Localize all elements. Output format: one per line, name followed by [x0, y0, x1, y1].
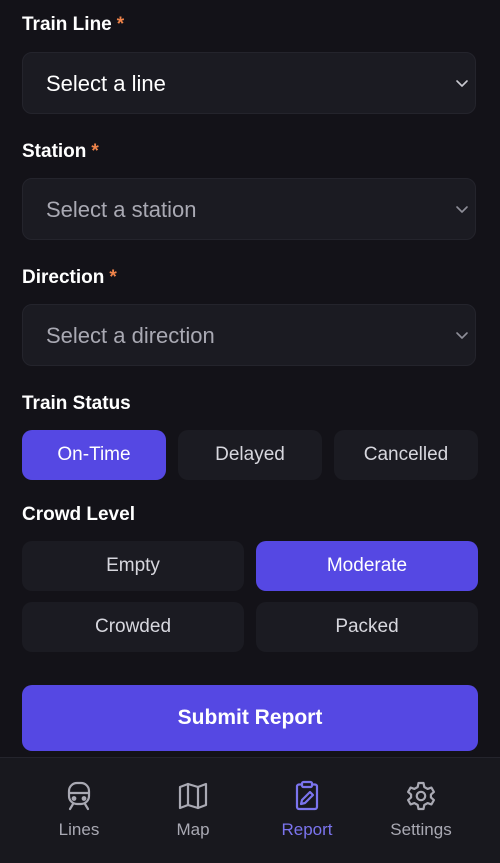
status-option-on-time[interactable]: On-Time	[22, 430, 166, 480]
train-line-label: Train Line *	[22, 14, 125, 35]
station-select[interactable]: Select a station	[22, 178, 476, 240]
train-status-label: Train Status	[22, 393, 131, 414]
nav-item-settings[interactable]: Settings	[364, 758, 478, 863]
direction-select-value: Select a direction	[46, 323, 215, 348]
gear-icon	[407, 781, 435, 811]
direction-label: Direction *	[22, 267, 117, 288]
nav-item-report[interactable]: Report	[250, 758, 364, 863]
crowd-option-moderate[interactable]: Moderate	[256, 541, 478, 591]
status-option-cancelled[interactable]: Cancelled	[334, 430, 478, 480]
nav-label-report: Report	[281, 820, 333, 839]
chevron-down-icon	[456, 206, 468, 213]
submit-report-button[interactable]: Submit Report	[22, 685, 478, 751]
train-icon	[67, 781, 91, 811]
crowd-option-packed[interactable]: Packed	[256, 602, 478, 652]
station-select-value: Select a station	[46, 197, 197, 222]
train-line-select[interactable]: Select a line	[22, 52, 476, 114]
train-line-select-value: Select a line	[46, 71, 166, 96]
direction-select[interactable]: Select a direction	[22, 304, 476, 366]
station-label: Station *	[22, 141, 99, 162]
required-marker: *	[109, 267, 117, 288]
chevron-down-icon	[456, 332, 468, 339]
crowd-option-crowded[interactable]: Crowded	[22, 602, 244, 652]
status-option-delayed[interactable]: Delayed	[178, 430, 322, 480]
clipboard-edit-icon	[295, 780, 319, 811]
nav-label-map: Map	[176, 820, 210, 839]
chevron-down-icon	[456, 80, 468, 87]
nav-item-lines[interactable]: Lines	[22, 758, 136, 863]
required-marker: *	[116, 14, 125, 35]
map-icon	[178, 782, 208, 810]
required-marker: *	[91, 141, 99, 162]
crowd-level-label: Crowd Level	[22, 504, 135, 525]
crowd-option-empty[interactable]: Empty	[22, 541, 244, 591]
nav-label-lines: Lines	[58, 820, 100, 839]
report-screen: Train Line * Select a line Station * Selec…	[0, 0, 500, 863]
nav-label-settings: Settings	[390, 820, 452, 839]
nav-item-map[interactable]: Map	[136, 758, 250, 863]
bottom-nav: Lines Map Report Settings	[0, 757, 500, 863]
